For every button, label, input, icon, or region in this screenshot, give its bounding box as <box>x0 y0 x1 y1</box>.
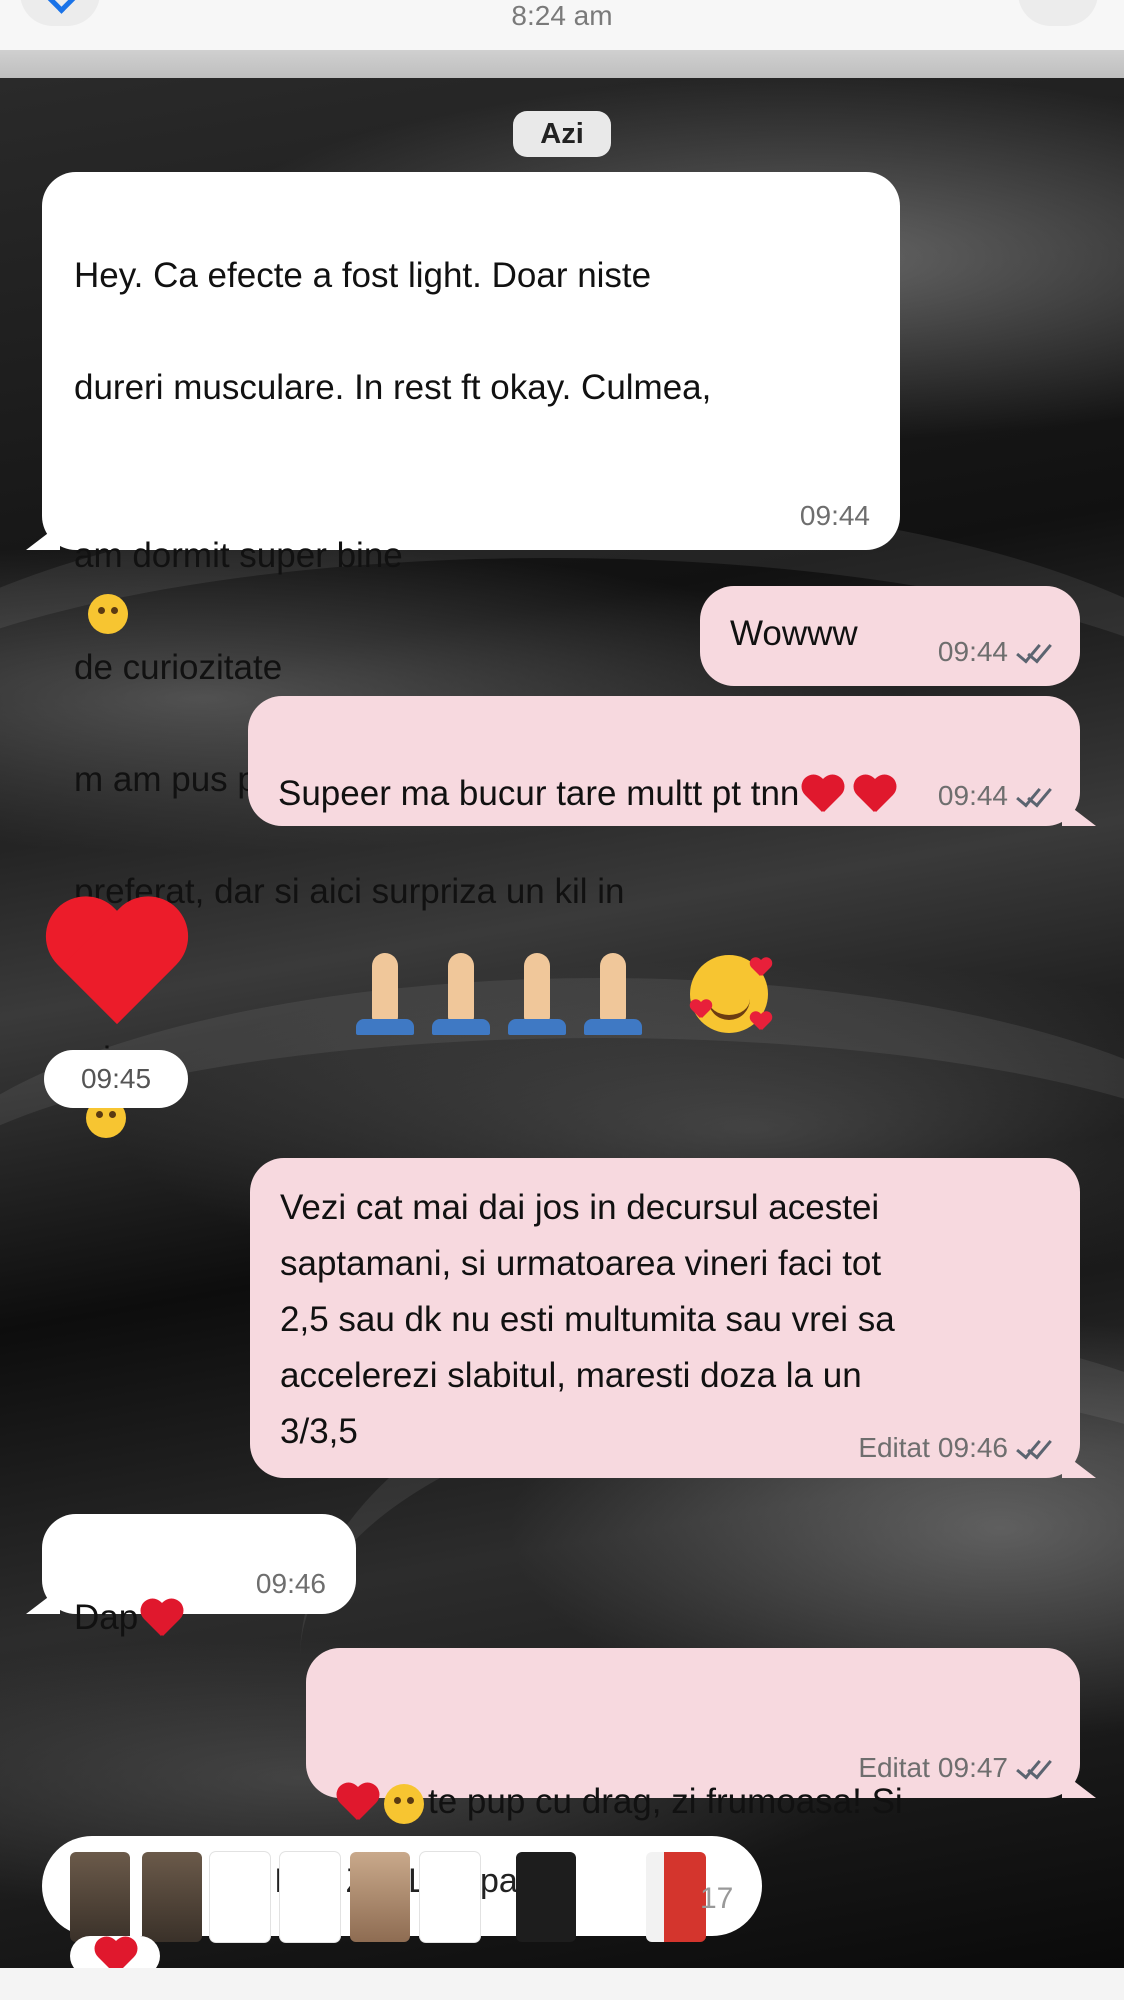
date-separator: Azi <box>513 111 611 157</box>
outgoing-message-bubble[interactable]: Supeer ma bucur tare multt pt tnn 09:44 <box>248 696 1096 826</box>
incoming-message-bubble[interactable]: Dap 09:46 <box>26 1514 356 1637</box>
attachment-thumbnail[interactable] <box>516 1852 576 1942</box>
message-time: 09:46 <box>255 1568 326 1599</box>
attachment-thumbnail[interactable] <box>420 1852 480 1942</box>
chat-header-strip <box>0 50 1124 80</box>
attachment-thumbnail[interactable] <box>70 1852 130 1942</box>
attachment-thumbnail[interactable] <box>280 1852 340 1942</box>
outgoing-message-bubble[interactable]: Wowww 09:44 <box>700 586 1080 686</box>
message-meta: 09:44 <box>800 500 870 532</box>
message-text-block: te pup cu drag, zi frumoasa! Si tinem le… <box>336 1662 1076 1998</box>
red-heart-emoji-icon <box>853 776 897 816</box>
face-with-open-eyes-emoji-icon <box>88 593 128 634</box>
message-meta: Editat 09:47 <box>858 1752 1054 1784</box>
message-meta: 09:44 <box>938 780 1054 812</box>
small-heart-icon <box>690 1000 712 1020</box>
double-check-icon <box>1016 1753 1054 1781</box>
double-check-icon <box>1016 1433 1054 1461</box>
message-time: 09:46 <box>937 1432 1008 1463</box>
message-text-span: Dap <box>74 1598 139 1637</box>
status-bar: 8:24 am <box>0 0 1124 50</box>
edited-label: Editat <box>858 1752 930 1783</box>
message-time: 09:44 <box>937 780 1008 811</box>
message-meta: 09:46 <box>256 1568 326 1600</box>
double-check-icon <box>1016 781 1054 809</box>
message-text: Wowww <box>730 614 858 653</box>
incoming-message-bubble[interactable]: Hey. Ca efecte a fost light. Doar niste … <box>26 172 900 1138</box>
small-heart-icon <box>750 958 772 978</box>
folded-hands-emoji-icon <box>426 953 496 1035</box>
message-text: Vezi cat mai dai jos in decursul acestei… <box>280 1188 895 1451</box>
attachment-thumbnail[interactable] <box>142 1852 202 1942</box>
message-text-line: Dap <box>74 1534 184 1646</box>
folded-hands-emoji-icon <box>350 953 420 1035</box>
red-heart-emoji-message[interactable] <box>42 900 192 1035</box>
message-text-line: dureri musculare. In rest ft okay. Culme… <box>74 368 712 407</box>
edited-label: Editat <box>858 1432 930 1463</box>
small-heart-icon <box>750 1012 772 1032</box>
message-meta: 09:44 <box>938 636 1054 668</box>
message-time-chip: 09:45 <box>44 1050 188 1108</box>
composer-text-fragment: pa <box>480 1862 518 1900</box>
message-time: 09:44 <box>937 636 1008 667</box>
status-time: 8:24 am <box>511 0 613 31</box>
emoji-message[interactable] <box>350 950 648 1035</box>
message-meta: Editat 09:46 <box>858 1432 1054 1464</box>
message-text-line: Hey. Ca efecte a fost light. Doar niste <box>74 256 652 295</box>
bottom-bar <box>0 1968 1124 2000</box>
red-heart-emoji-icon <box>336 1784 380 1824</box>
message-text-span: Supeer ma bucur tare multt pt tnn <box>278 774 800 813</box>
attachment-thumbnail[interactable] <box>210 1852 270 1942</box>
red-heart-emoji-icon <box>140 1600 184 1640</box>
message-time: 09:47 <box>937 1752 1008 1783</box>
attachment-thumbnail[interactable] <box>646 1852 706 1942</box>
composer-counter: 17 <box>700 1882 734 1915</box>
message-text-span: de curiozitate <box>74 648 283 687</box>
message-text-span: am dormit super bine <box>74 536 403 575</box>
message-text-line: preferat, dar si aici surpriza un kil in <box>74 872 625 911</box>
message-text-span: te pup cu drag, zi frumoasa! Si <box>428 1782 903 1821</box>
message-time: 09:44 <box>799 500 870 531</box>
outgoing-message-bubble[interactable]: te pup cu drag, zi frumoasa! Si tinem le… <box>306 1648 1096 1933</box>
folded-hands-emoji-icon <box>578 953 648 1035</box>
red-heart-emoji-icon <box>801 776 845 816</box>
outgoing-message-bubble[interactable]: Vezi cat mai dai jos in decursul acestei… <box>250 1158 1096 1478</box>
hugging-face-emoji-icon <box>384 1783 424 1824</box>
folded-hands-emoji-icon <box>502 953 572 1035</box>
double-check-icon <box>1016 637 1054 665</box>
attachment-thumbnail[interactable] <box>350 1852 410 1942</box>
